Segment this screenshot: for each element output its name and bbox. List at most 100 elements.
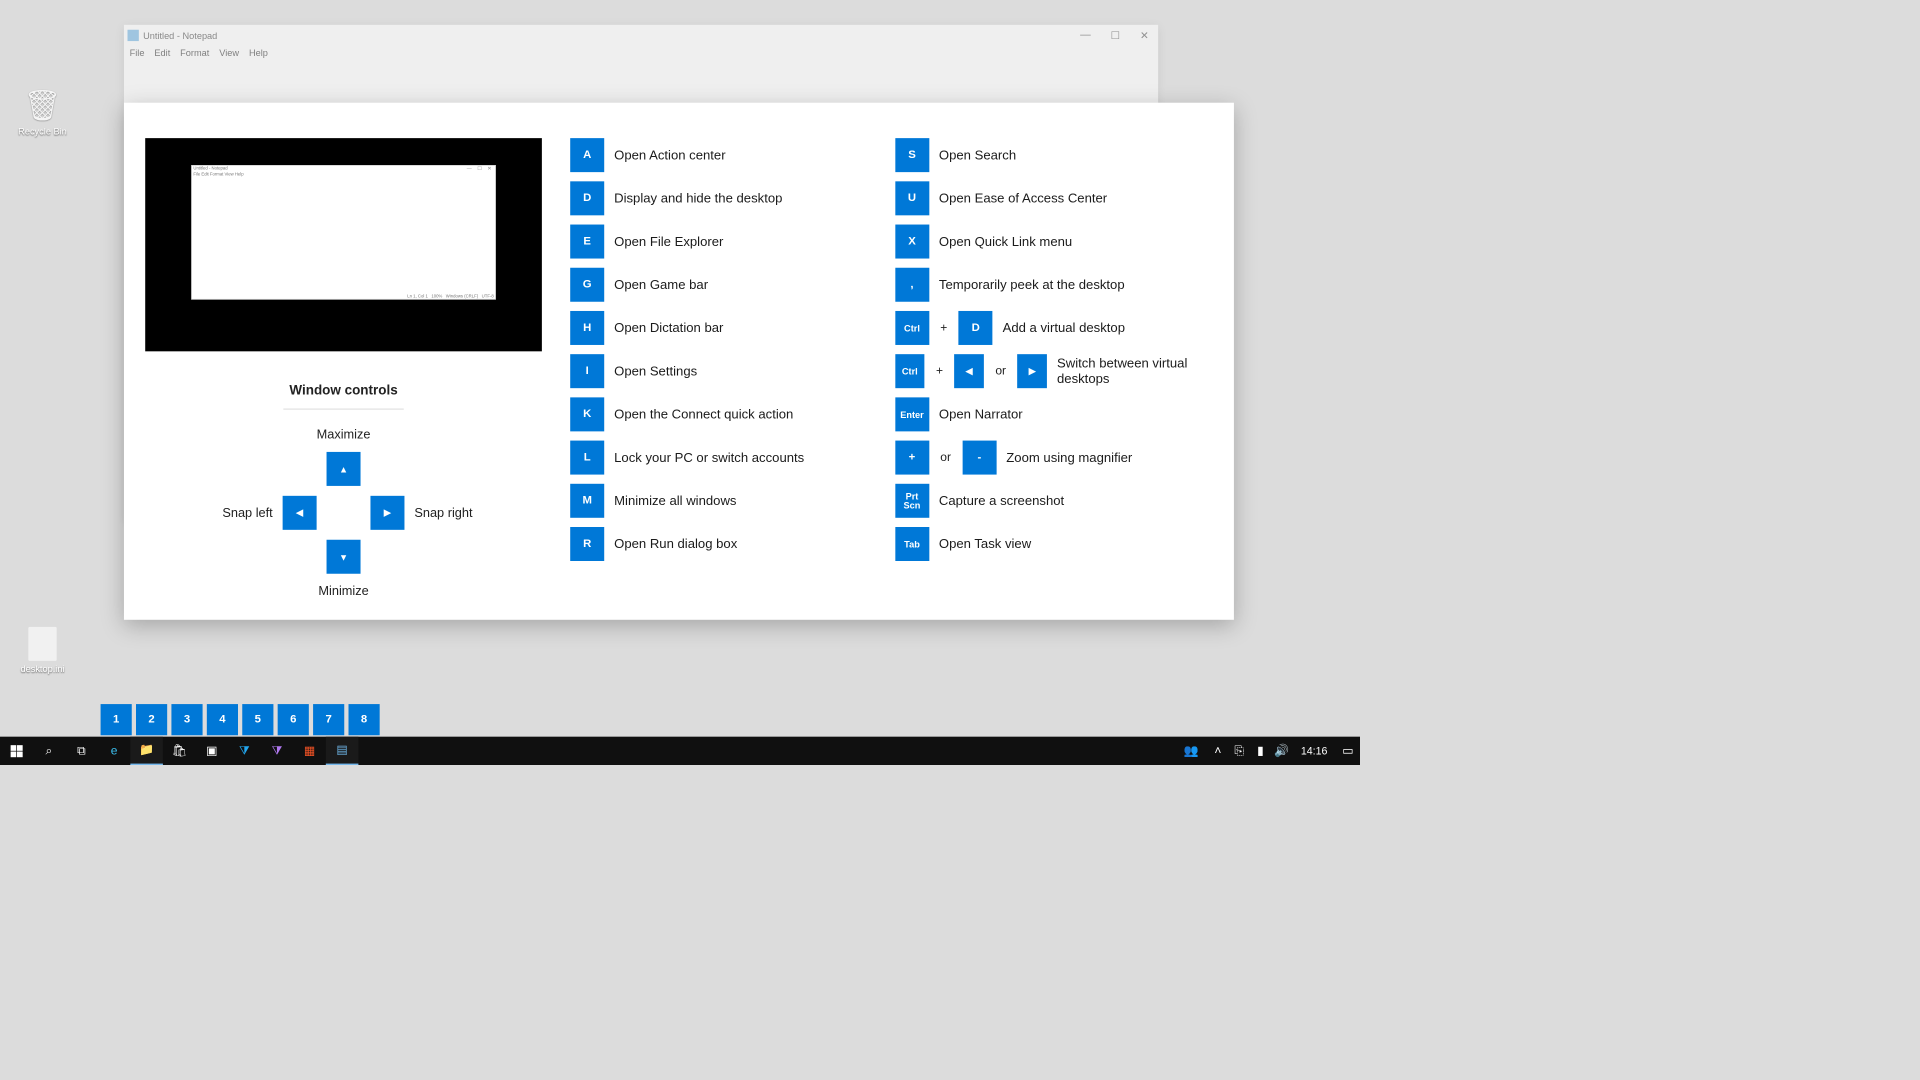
arrow-right-key: ▶ xyxy=(1017,354,1047,388)
shortcut-desc: Add a virtual desktop xyxy=(1003,320,1125,336)
shortcuts-column-2: S Open Search U Open Ease of Access Cent… xyxy=(895,138,1220,598)
maximize-label: Maximize xyxy=(317,427,371,442)
folder-icon: 📁 xyxy=(139,743,154,757)
key-L: L xyxy=(570,441,604,475)
battery-button[interactable]: ▮ xyxy=(1250,737,1271,765)
menu-edit[interactable]: Edit xyxy=(154,47,170,58)
visual-studio-icon: ⧩ xyxy=(272,744,283,758)
maximize-icon[interactable]: ☐ xyxy=(1111,29,1121,42)
ini-label: desktop.ini xyxy=(20,664,64,675)
key-plus: + xyxy=(895,441,929,475)
notepad-menu: File Edit Format View Help xyxy=(124,46,1158,61)
shortcut-desc: Minimize all windows xyxy=(614,493,736,509)
key-X: X xyxy=(895,225,929,259)
arrow-down-key: ▼ xyxy=(327,540,361,574)
key-enter: Enter xyxy=(895,397,929,431)
desktop-icon-recycle-bin[interactable]: 🗑 Recycle Bin xyxy=(14,89,71,137)
shortcut-desc: Open Run dialog box xyxy=(614,536,737,552)
plus-joiner: + xyxy=(940,321,947,335)
shortcut-row-zoom: + or - Zoom using magnifier xyxy=(895,441,1220,475)
key-tab: Tab xyxy=(895,527,929,561)
visual-studio-button[interactable]: ⧩ xyxy=(261,737,294,765)
task-view-button[interactable]: ⧉ xyxy=(65,737,98,765)
shortcut-desc: Open File Explorer xyxy=(614,234,723,250)
windows-logo-icon xyxy=(10,745,22,757)
key-M: M xyxy=(570,484,604,518)
start-button[interactable] xyxy=(0,737,33,765)
key-d: D xyxy=(959,311,993,345)
shortcut-row-tab: Tab Open Task view xyxy=(895,527,1220,561)
vscode-button[interactable]: ⧩ xyxy=(228,737,261,765)
key-K: K xyxy=(570,397,604,431)
minimize-icon[interactable]: — xyxy=(1080,29,1091,42)
key-U: U xyxy=(895,181,929,215)
shortcut-row: R Open Run dialog box xyxy=(570,527,895,561)
clock[interactable]: 14:16 xyxy=(1292,745,1336,757)
notepad-titlebar[interactable]: Untitled - Notepad — ☐ ✕ xyxy=(124,25,1158,46)
shortcut-desc: Open Ease of Access Center xyxy=(939,191,1107,207)
shortcut-row: D Display and hide the desktop xyxy=(570,181,895,215)
taskbar[interactable]: ⌕ ⧉ e 📁 🛍 ▣ ⧩ ⧩ ▦ ▤ 👥 ˄ ⎘ ▮ 🔊 14:16 ▭ xyxy=(0,737,1360,765)
shortcut-desc: Open the Connect quick action xyxy=(614,407,793,423)
notification-icon: ▭ xyxy=(1342,744,1353,758)
vscode-icon: ⧩ xyxy=(239,744,250,758)
powertoys-button[interactable]: ▦ xyxy=(293,737,326,765)
notepad-taskbar-icon: ▤ xyxy=(336,743,347,757)
shortcut-row: G Open Game bar xyxy=(570,268,895,302)
people-icon: 👥 xyxy=(1184,744,1199,758)
terminal-button[interactable]: ▣ xyxy=(195,737,228,765)
shortcut-desc: Open Settings xyxy=(614,363,697,379)
desktop-icon-ini[interactable]: desktop.ini xyxy=(14,627,71,674)
notepad-icon xyxy=(127,30,138,41)
desktop-thumbnail: — ☐ ✕ Untitled - Notepad File Edit Forma… xyxy=(145,138,542,351)
menu-file[interactable]: File xyxy=(130,47,145,58)
shortcut-row-enter: Enter Open Narrator xyxy=(895,397,1220,431)
wifi-button[interactable]: ⎘ xyxy=(1229,737,1250,765)
number-hint-6: 6 xyxy=(278,704,309,735)
recycle-bin-icon: 🗑 xyxy=(14,89,71,124)
action-center-button[interactable]: ▭ xyxy=(1336,737,1360,765)
shortcut-row: I Open Settings xyxy=(570,354,895,388)
search-icon: ⌕ xyxy=(45,744,52,758)
shortcut-row: K Open the Connect quick action xyxy=(570,397,895,431)
arrow-left-key: ◀ xyxy=(954,354,984,388)
shortcut-row: X Open Quick Link menu xyxy=(895,225,1220,259)
arrow-up-key: ▲ xyxy=(327,452,361,486)
key-A: A xyxy=(570,138,604,172)
key-S: S xyxy=(895,138,929,172)
key-D: D xyxy=(570,181,604,215)
key-I: I xyxy=(570,354,604,388)
window-controls-title: Window controls xyxy=(289,383,397,399)
task-view-icon: ⧉ xyxy=(77,744,86,758)
tray-chevron[interactable]: ˄ xyxy=(1207,737,1228,765)
key-H: H xyxy=(570,311,604,345)
shortcut-row: E Open File Explorer xyxy=(570,225,895,259)
menu-view[interactable]: View xyxy=(219,47,239,58)
shortcut-desc: Open Narrator xyxy=(939,407,1023,423)
store-icon: 🛍 xyxy=(172,744,187,758)
store-button[interactable]: 🛍 xyxy=(163,737,196,765)
menu-format[interactable]: Format xyxy=(180,47,209,58)
key-minus: - xyxy=(962,441,996,475)
search-button[interactable]: ⌕ xyxy=(33,737,66,765)
file-explorer-button[interactable]: 📁 xyxy=(130,737,163,765)
people-button[interactable]: 👥 xyxy=(1175,737,1208,765)
shortcut-desc: Display and hide the desktop xyxy=(614,191,782,207)
desktop: 🗑 Recycle Bin desktop.ini Untitled - Not… xyxy=(0,0,1360,765)
edge-button[interactable]: e xyxy=(98,737,131,765)
plus-joiner: + xyxy=(936,364,943,378)
close-icon[interactable]: ✕ xyxy=(1140,29,1149,42)
shortcut-desc: Open Action center xyxy=(614,147,725,163)
volume-button[interactable]: 🔊 xyxy=(1271,737,1292,765)
menu-help[interactable]: Help xyxy=(249,47,268,58)
key-prtscn: PrtScn xyxy=(895,484,929,518)
key-E: E xyxy=(570,225,604,259)
shortcut-row-ctrl-arrows: Ctrl + ◀ or ▶ Switch between virtual des… xyxy=(895,354,1220,388)
notepad-taskbar-button[interactable]: ▤ xyxy=(326,737,359,765)
key-R: R xyxy=(570,527,604,561)
overlay-left-panel: — ☐ ✕ Untitled - Notepad File Edit Forma… xyxy=(124,103,563,620)
key-ctrl: Ctrl xyxy=(895,354,925,388)
shortcut-row: M Minimize all windows xyxy=(570,484,895,518)
snap-right-label: Snap right xyxy=(414,505,472,520)
number-hint-5: 5 xyxy=(242,704,273,735)
